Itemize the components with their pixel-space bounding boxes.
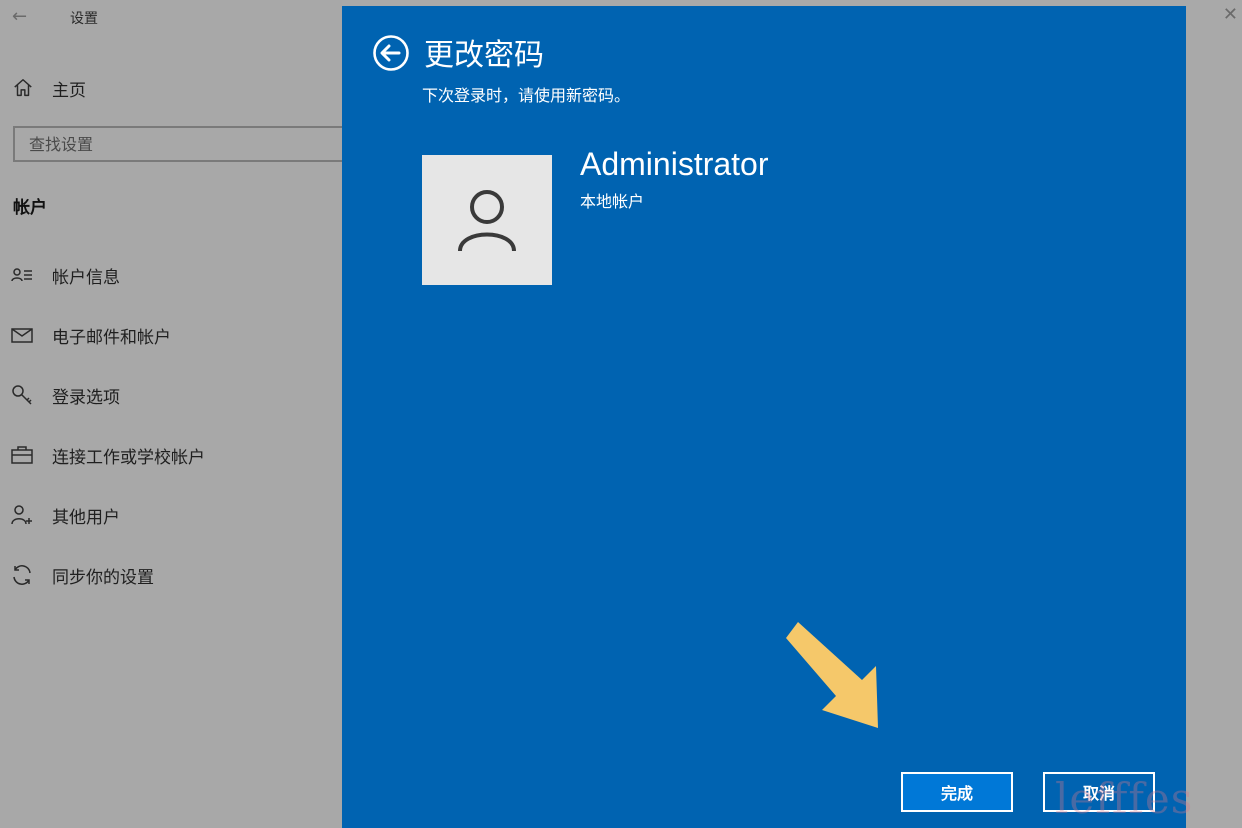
mail-icon (11, 328, 33, 343)
screen: ← 设置 主页 帐户 帐户信息 (0, 0, 1242, 828)
search-box[interactable] (13, 126, 353, 162)
sidebar-item-label: 登录选项 (52, 387, 120, 408)
section-title: 帐户 (13, 198, 47, 218)
window-title: 设置 (70, 11, 98, 27)
home-label: 主页 (52, 80, 86, 101)
sidebar-item-label: 同步你的设置 (52, 567, 154, 588)
sidebar-item-label: 连接工作或学校帐户 (52, 447, 205, 468)
dialog-subtitle: 下次登录时，请使用新密码。 (422, 86, 631, 105)
close-icon[interactable]: ✕ (1223, 4, 1238, 25)
sidebar-item-sync-settings[interactable]: 同步你的设置 (10, 560, 340, 590)
user-name: Administrator (580, 146, 769, 182)
add-person-icon (11, 505, 32, 525)
account-info-icon (11, 268, 32, 282)
home-icon (14, 79, 32, 97)
back-circle-icon[interactable] (372, 34, 410, 72)
avatar (422, 155, 552, 285)
title-bar: ← 设置 (0, 0, 342, 36)
change-password-dialog: 更改密码 下次登录时，请使用新密码。 Administrator 本地帐户 完成… (342, 6, 1186, 828)
search-input[interactable] (15, 128, 351, 160)
sync-icon (13, 565, 31, 585)
pointer-arrow-icon (786, 622, 878, 728)
sidebar-item-account-info[interactable]: 帐户信息 (10, 260, 340, 290)
sidebar-item-label: 其他用户 (52, 507, 120, 528)
account-type: 本地帐户 (580, 192, 645, 211)
back-arrow-icon[interactable]: ← (12, 6, 27, 27)
key-icon (12, 385, 32, 405)
sidebar-item-label: 电子邮件和帐户 (52, 327, 171, 348)
sidebar-item-label: 帐户信息 (52, 267, 120, 288)
briefcase-icon (11, 446, 33, 464)
done-button[interactable]: 完成 (901, 772, 1013, 812)
user-icon (458, 190, 516, 252)
watermark: lefffes (1055, 774, 1194, 823)
sidebar-item-other-users[interactable]: 其他用户 (10, 500, 340, 530)
sidebar-nav: 帐户信息 电子邮件和帐户 登录选项 连接工作或学校帐户 其他用户 同步你的设置 (10, 260, 340, 620)
sidebar-item-email-accounts[interactable]: 电子邮件和帐户 (10, 320, 340, 350)
dialog-title: 更改密码 (424, 38, 544, 73)
sidebar-item-work-school[interactable]: 连接工作或学校帐户 (10, 440, 340, 470)
background-strip: ✕ (1186, 0, 1242, 828)
settings-pane: ← 设置 主页 帐户 帐户信息 (0, 0, 353, 828)
sidebar-item-sign-in-options[interactable]: 登录选项 (10, 380, 340, 410)
sidebar-item-home[interactable]: 主页 (12, 76, 86, 101)
